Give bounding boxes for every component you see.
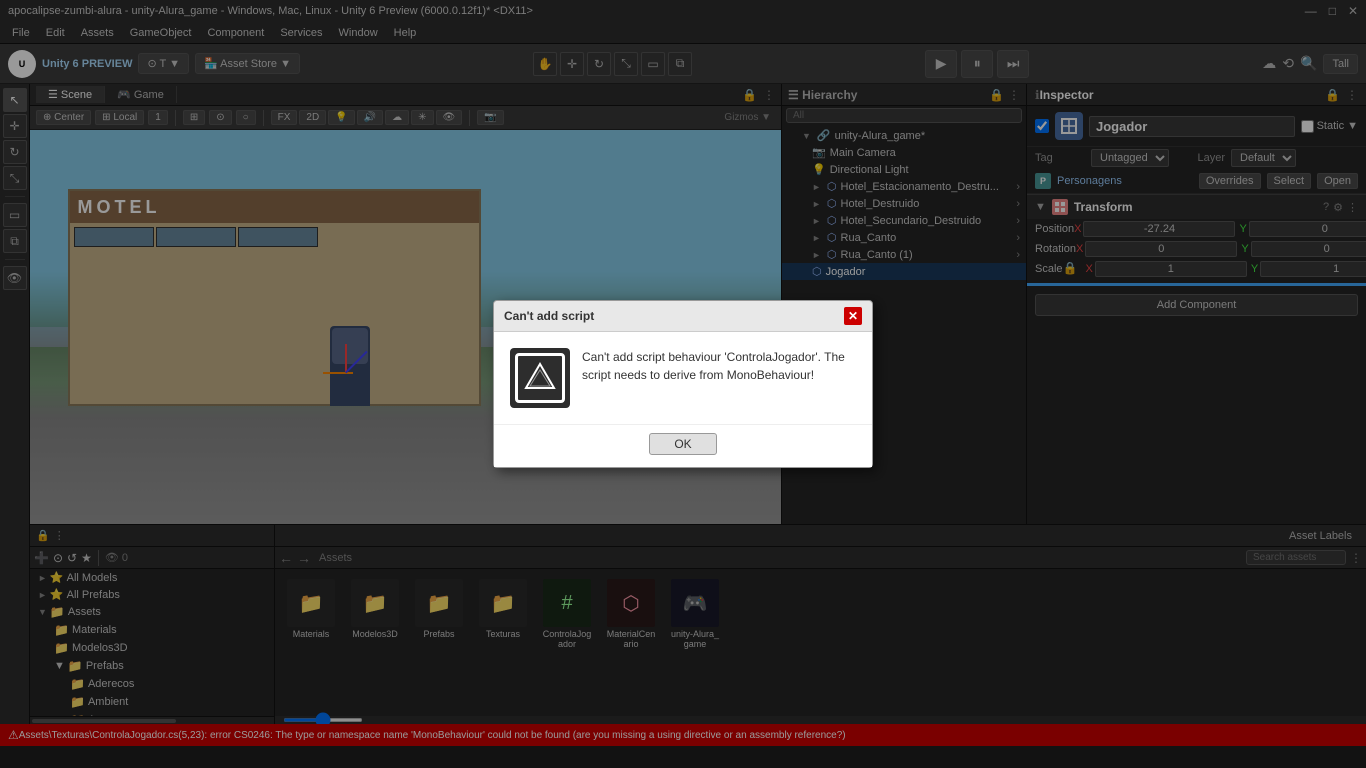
- dialog-footer: OK: [494, 424, 872, 467]
- cant-add-script-dialog: Can't add script ✕ Can't add script beha…: [493, 300, 873, 468]
- dialog-overlay: Can't add script ✕ Can't add script beha…: [0, 0, 1366, 768]
- dialog-ok-button[interactable]: OK: [649, 433, 716, 455]
- dialog-body: Can't add script behaviour 'ControlaJoga…: [494, 332, 872, 424]
- dialog-titlebar: Can't add script ✕: [494, 301, 872, 332]
- dialog-unity-icon: [510, 348, 570, 408]
- dialog-title: Can't add script: [504, 309, 594, 323]
- dialog-close-button[interactable]: ✕: [844, 307, 862, 325]
- dialog-message: Can't add script behaviour 'ControlaJoga…: [582, 348, 856, 408]
